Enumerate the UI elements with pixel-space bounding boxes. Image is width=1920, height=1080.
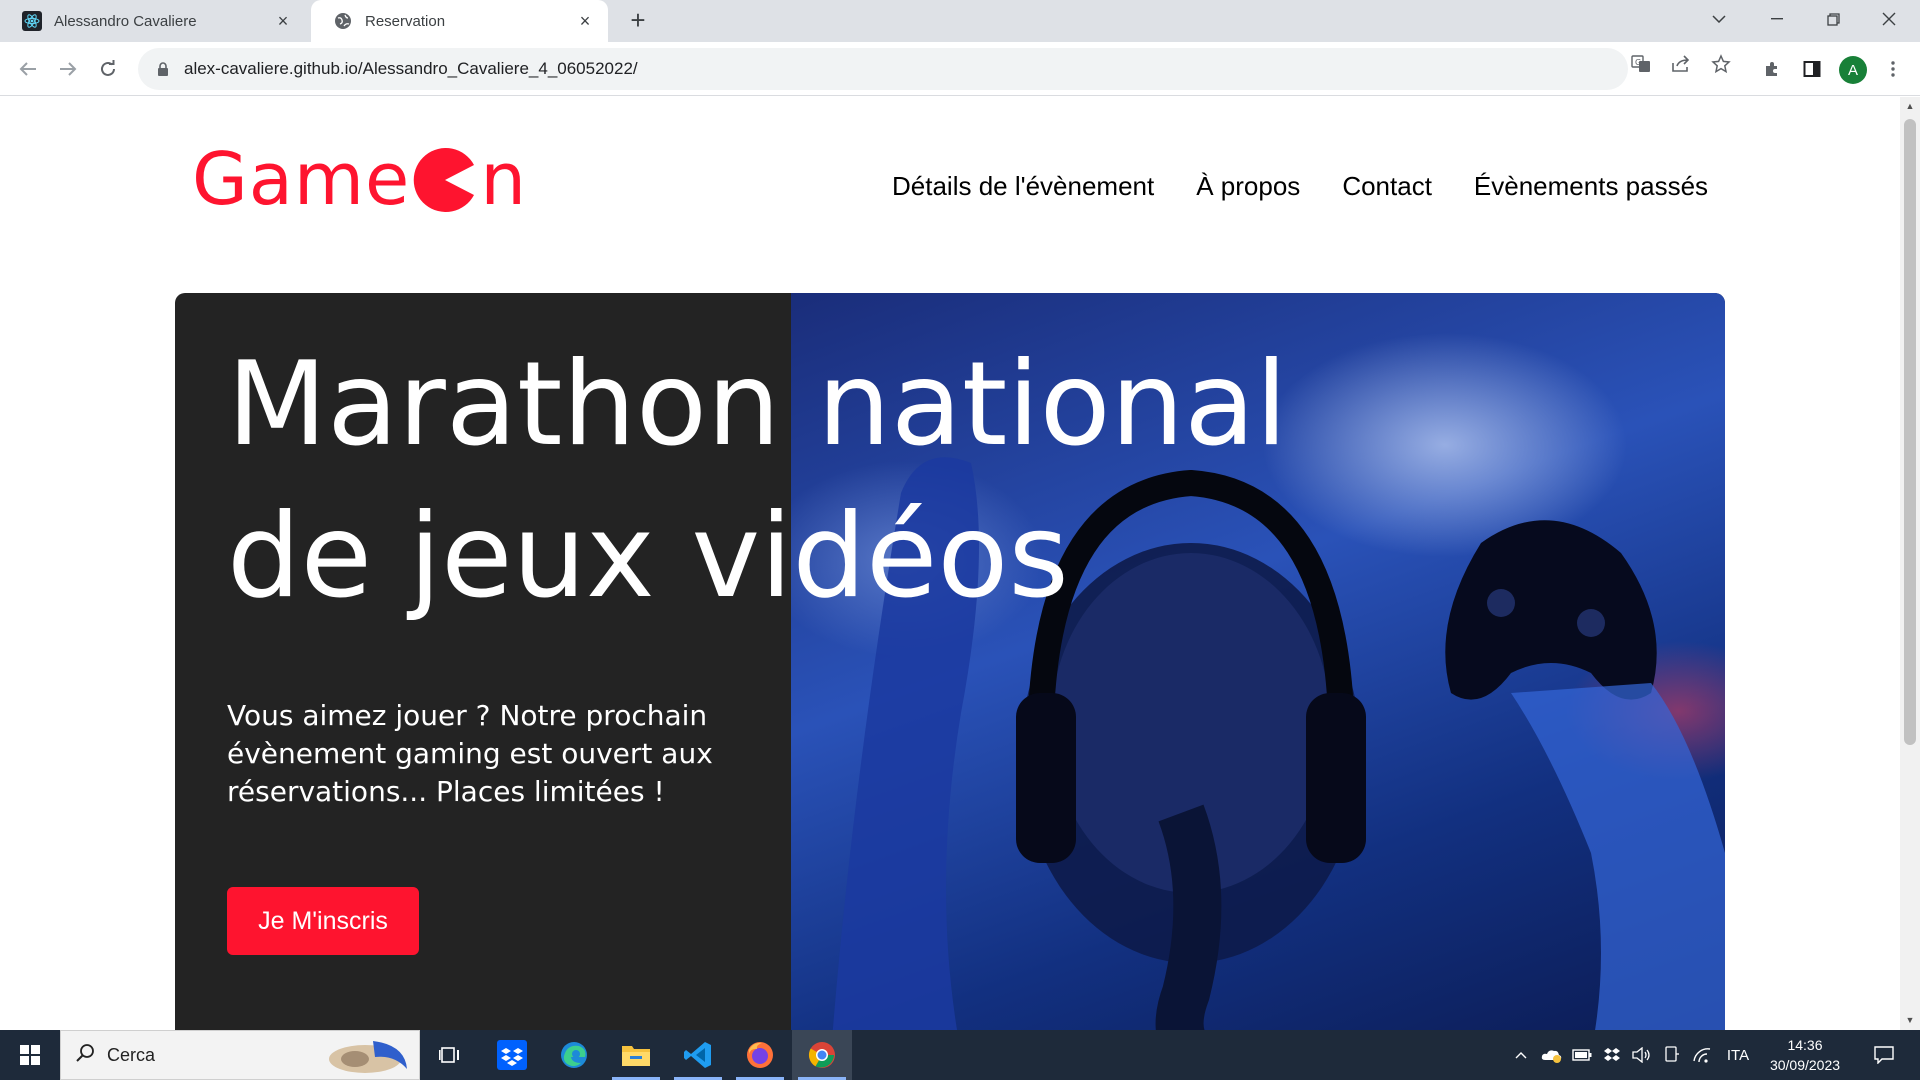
signup-button[interactable]: Je M'inscris (227, 887, 419, 955)
hero-title-line-2: de jeux vidéos (227, 489, 1069, 624)
back-icon[interactable] (14, 55, 42, 83)
hero-section: Marathon national de jeux vidéos Vous ai… (175, 293, 1725, 1030)
nav-link-about[interactable]: À propos (1196, 171, 1300, 202)
language-indicator[interactable]: ITA (1720, 1030, 1756, 1080)
scroll-thumb[interactable] (1904, 119, 1916, 745)
search-highlight-art-icon (325, 1035, 411, 1077)
tab-strip: Alessandro Cavaliere × Reservation × + (0, 0, 1920, 42)
dropbox-icon[interactable] (482, 1030, 542, 1080)
forward-icon[interactable] (54, 55, 82, 83)
gameon-logo[interactable]: Game n (192, 137, 527, 221)
nav-link-contact[interactable]: Contact (1342, 171, 1432, 202)
close-window-icon[interactable] (1862, 0, 1916, 38)
svg-text:G: G (1635, 58, 1641, 67)
star-icon[interactable] (1710, 53, 1732, 75)
share-icon[interactable] (1670, 53, 1692, 75)
onedrive-warning-icon[interactable] (1538, 1030, 1566, 1080)
nav-link-past-events[interactable]: Évènements passés (1474, 171, 1708, 202)
logo-text-left: Game (192, 137, 411, 221)
scroll-up-icon[interactable]: ▲ (1905, 101, 1915, 111)
notification-icon[interactable] (1866, 1030, 1902, 1080)
system-clock[interactable]: 14:36 30/09/2023 (1760, 1035, 1850, 1075)
page-scrollbar[interactable]: ▲ ▼ (1900, 97, 1920, 1030)
windows-start-icon[interactable] (0, 1030, 60, 1080)
hero-description: Vous aimez jouer ? Notre prochain évènem… (227, 699, 713, 808)
chevron-up-icon[interactable] (1508, 1030, 1534, 1080)
side-panel-icon[interactable] (1798, 55, 1826, 83)
logo-text-right: n (480, 137, 527, 221)
address-bar[interactable]: alex-cavaliere.github.io/Alessandro_Cava… (138, 48, 1628, 90)
hero-title: Marathon national de jeux vidéos (227, 329, 1327, 633)
search-icon (75, 1043, 95, 1068)
hero-title-line-1: Marathon national (227, 337, 1288, 472)
url-text: alex-cavaliere.github.io/Alessandro_Cava… (184, 59, 638, 78)
web-page: Game n Détails de l'évènement À propos C… (0, 97, 1900, 1030)
file-explorer-icon[interactable] (606, 1030, 666, 1080)
close-icon[interactable]: × (274, 12, 292, 30)
globe-icon (333, 11, 353, 31)
minimize-icon[interactable] (1750, 0, 1804, 38)
volume-icon[interactable] (1628, 1030, 1656, 1080)
reload-icon[interactable] (94, 55, 122, 83)
browser-toolbar: alex-cavaliere.github.io/Alessandro_Cava… (0, 42, 1920, 96)
translate-icon[interactable]: G (1630, 53, 1652, 75)
pacman-logo-icon (412, 146, 478, 212)
more-menu-icon[interactable] (1879, 55, 1907, 83)
vscode-icon[interactable] (668, 1030, 728, 1080)
close-icon[interactable]: × (576, 12, 594, 30)
chevron-down-icon[interactable] (1692, 0, 1746, 38)
firefox-icon[interactable] (730, 1030, 790, 1080)
taskbar-search-input[interactable]: Cerca (60, 1030, 420, 1080)
tab-title: Alessandro Cavaliere (54, 12, 197, 30)
restore-icon[interactable] (1806, 0, 1860, 38)
react-icon (22, 11, 42, 31)
tab-alessandro-cavaliere[interactable]: Alessandro Cavaliere × (0, 0, 306, 42)
tab-title: Reservation (365, 12, 446, 30)
windows-taskbar: Cerca ITA 14:36 30/09/2023 (0, 1030, 1920, 1080)
chrome-icon[interactable] (792, 1030, 852, 1080)
wifi-icon[interactable] (1688, 1030, 1716, 1080)
connect-device-icon[interactable] (1658, 1030, 1686, 1080)
battery-icon[interactable] (1568, 1030, 1596, 1080)
scroll-down-icon[interactable]: ▼ (1905, 1015, 1915, 1025)
main-nav: Détails de l'évènement À propos Contact … (892, 171, 1708, 202)
extensions-icon[interactable] (1758, 55, 1786, 83)
dropbox-tray-icon[interactable] (1598, 1030, 1626, 1080)
search-placeholder: Cerca (107, 1044, 156, 1065)
task-view-icon[interactable] (420, 1030, 480, 1080)
edge-icon[interactable] (544, 1030, 604, 1080)
new-tab-icon[interactable]: + (624, 7, 652, 35)
profile-avatar[interactable]: A (1839, 56, 1867, 84)
nav-link-event-details[interactable]: Détails de l'évènement (892, 171, 1154, 202)
lock-icon[interactable] (152, 58, 174, 80)
clock-time: 14:36 (1787, 1037, 1823, 1053)
clock-date: 30/09/2023 (1769, 1057, 1841, 1073)
tab-reservation[interactable]: Reservation × (311, 0, 608, 42)
